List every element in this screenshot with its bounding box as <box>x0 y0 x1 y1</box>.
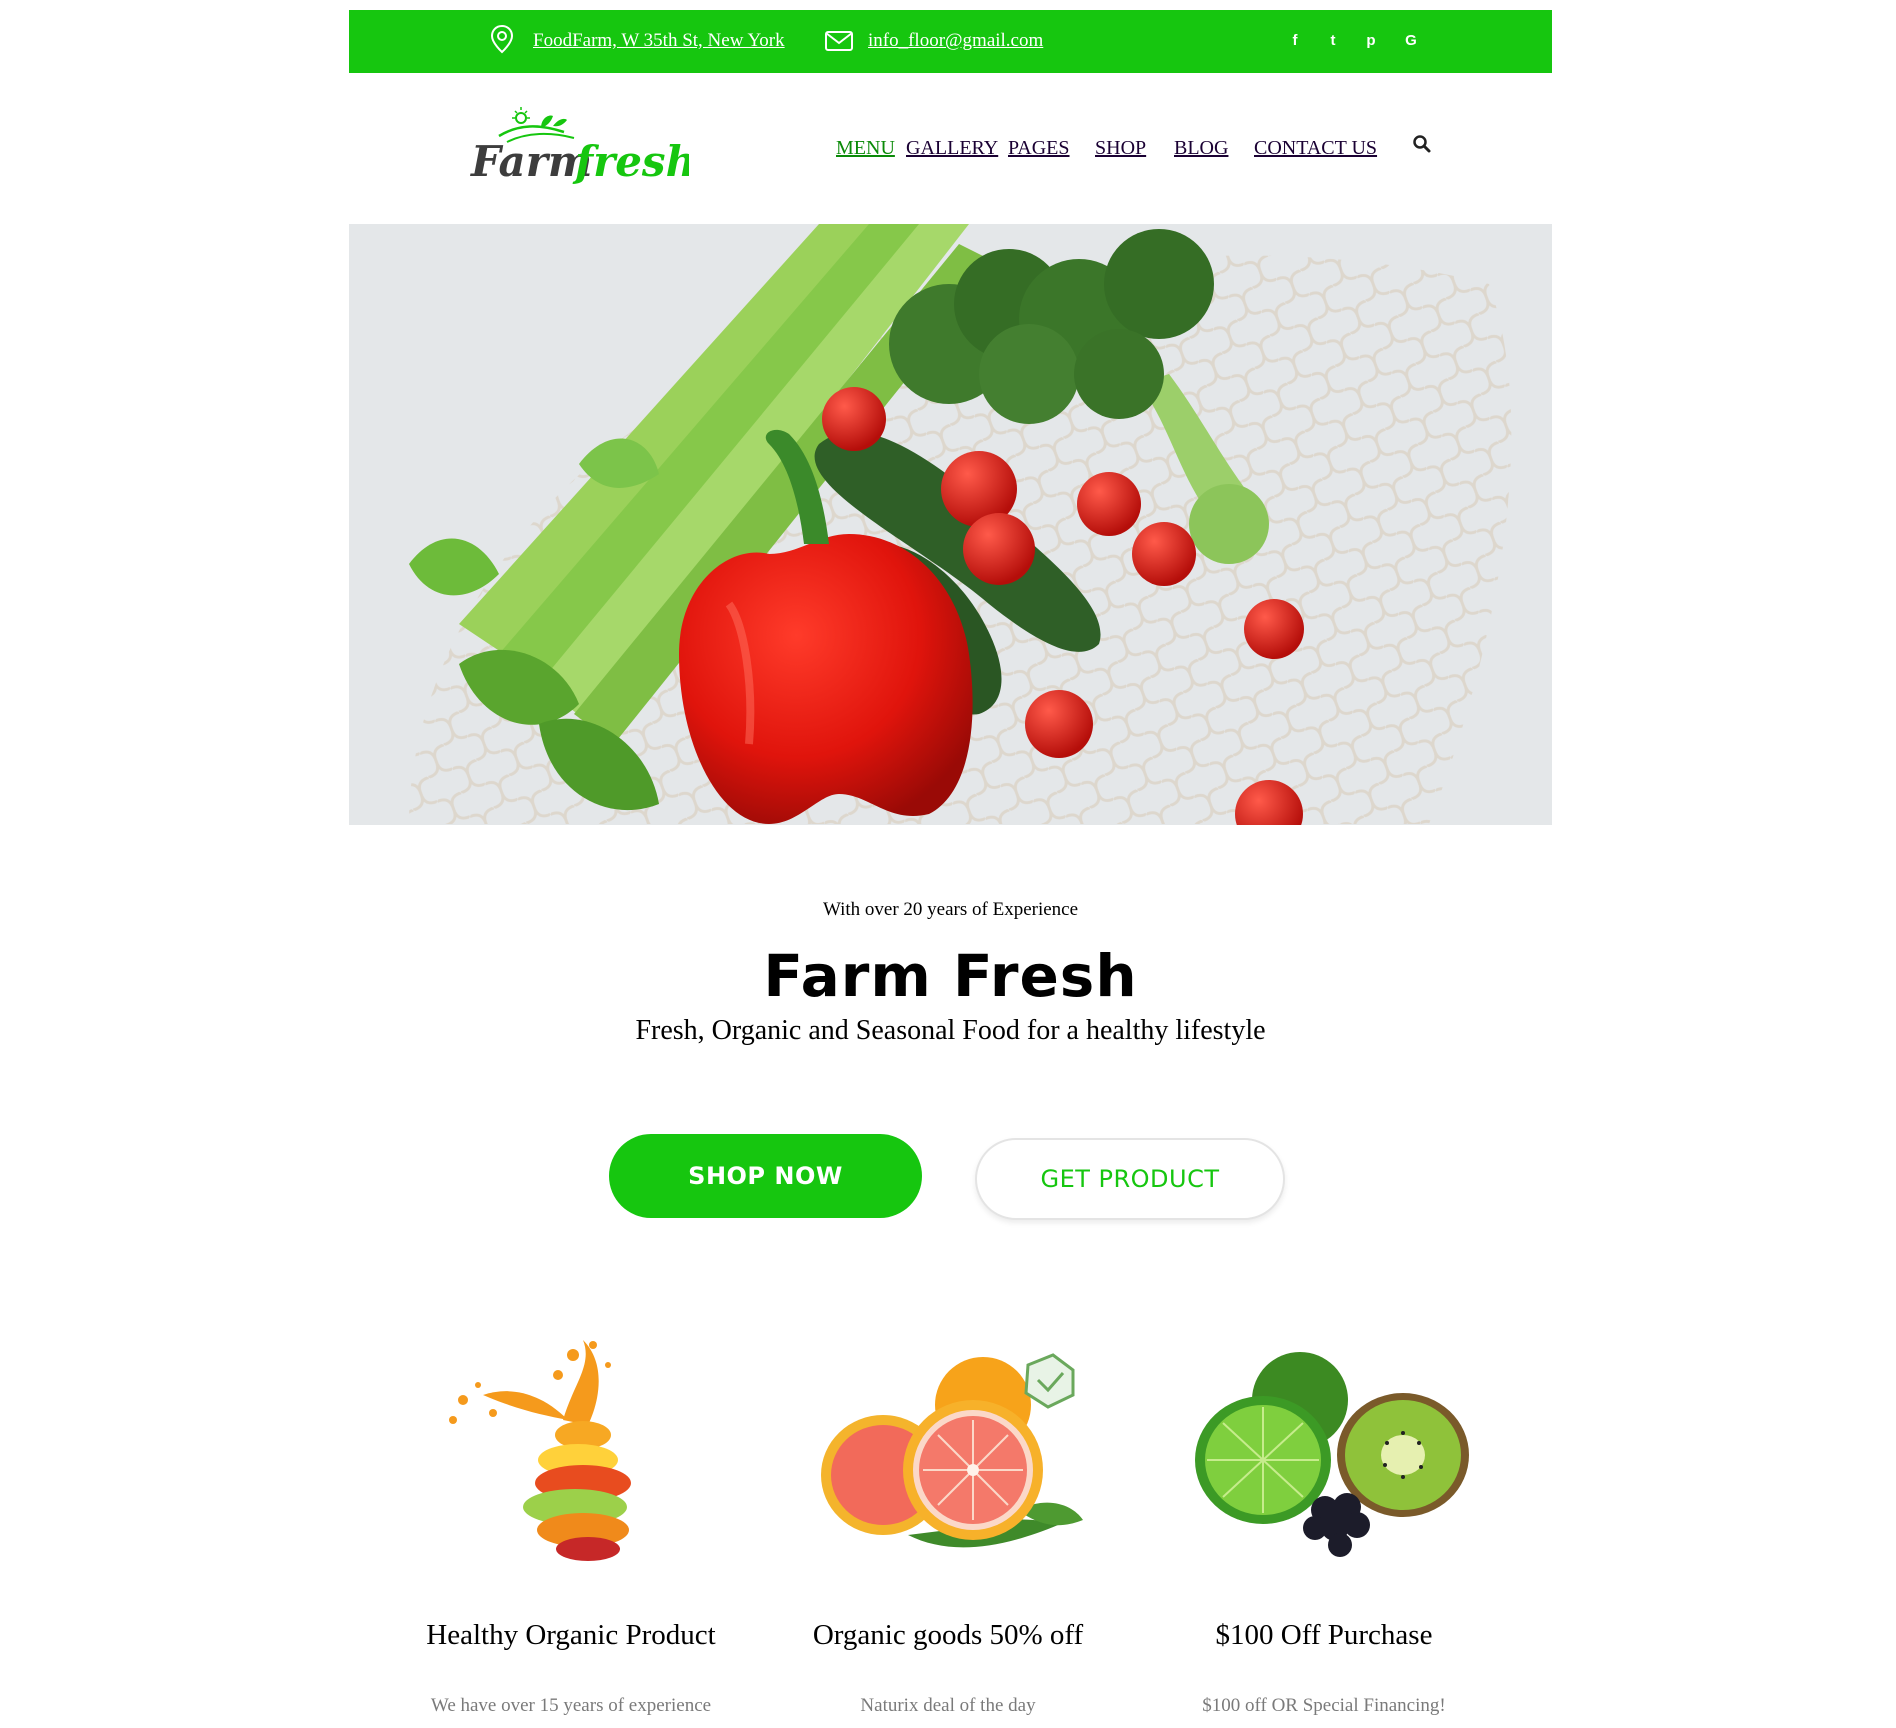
hero-vegetables-image <box>349 224 1552 825</box>
logo-text-fresh: fresh <box>572 137 689 186</box>
hero-title: Farm Fresh <box>763 942 1138 1010</box>
feature-desc-1: We have over 15 years of experience <box>430 1695 712 1716</box>
logo-text-farm: Farm <box>470 137 592 186</box>
shop-now-button[interactable]: SHOP NOW <box>609 1134 922 1218</box>
pinterest-icon[interactable]: p <box>1360 30 1382 52</box>
nav-gallery[interactable]: GALLERY <box>906 137 998 160</box>
location-link[interactable]: FoodFarm, W 35th St, New York <box>533 30 785 52</box>
top-info-bar: FoodFarm, W 35th St, New York info_floor… <box>349 10 1552 73</box>
experience-eyebrow: With over 20 years of Experience <box>822 899 1079 920</box>
search-icon[interactable] <box>1412 134 1432 154</box>
nav-menu[interactable]: MENU <box>836 137 895 160</box>
hero-subtitle: Fresh, Organic and Seasonal Food for a h… <box>635 1015 1266 1046</box>
feature-desc-2: Naturix deal of the day <box>860 1695 1036 1716</box>
feature-title-2: Organic goods 50% off <box>812 1619 1084 1651</box>
twitter-icon[interactable]: t <box>1322 30 1344 52</box>
feature-title-1: Healthy Organic Product <box>426 1619 716 1651</box>
feature-image-fruit-stack <box>449 1340 631 1561</box>
facebook-icon[interactable]: f <box>1284 30 1306 52</box>
feature-image-lime-kiwi <box>1195 1352 1469 1557</box>
location-pin-icon <box>490 24 514 54</box>
feature-desc-3: $100 off OR Special Financing! <box>1202 1695 1446 1716</box>
page: FoodFarm, W 35th St, New York info_floor… <box>349 10 1552 1728</box>
nav-contact-us[interactable]: CONTACT US <box>1254 137 1377 160</box>
feature-title-3: $100 Off Purchase <box>1215 1619 1433 1651</box>
nav-pages[interactable]: PAGES <box>1008 137 1070 160</box>
email-link[interactable]: info_floor@gmail.com <box>868 30 1043 52</box>
feature-image-grapefruit <box>821 1353 1083 1548</box>
nav-blog[interactable]: BLOG <box>1174 137 1228 160</box>
farmfresh-logo[interactable]: Farm fresh <box>469 98 689 198</box>
google-icon[interactable]: G <box>1400 30 1422 52</box>
mail-icon <box>825 31 853 51</box>
nav-shop[interactable]: SHOP <box>1095 137 1146 160</box>
get-product-button[interactable]: GET PRODUCT <box>975 1138 1285 1220</box>
